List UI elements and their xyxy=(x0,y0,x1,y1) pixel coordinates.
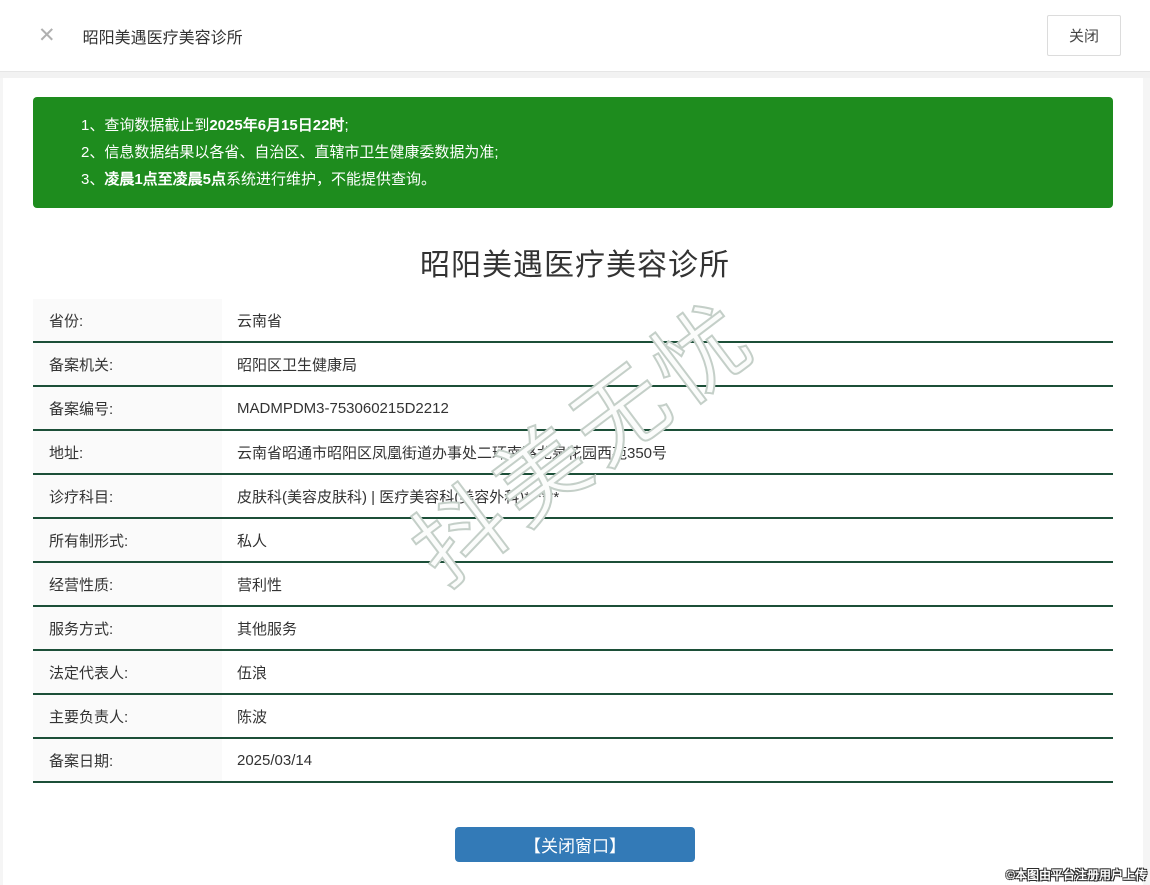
field-label: 地址: xyxy=(33,431,222,473)
field-label: 省份: xyxy=(33,299,222,341)
notice-bold: 凌晨1点至凌晨5点 xyxy=(104,171,226,188)
page-title: 昭阳美遇医疗美容诊所 xyxy=(0,240,1150,284)
header-divider xyxy=(0,71,1150,78)
notice-line-3: 3、凌晨1点至凌晨5点系统进行维护，不能提供查询。 xyxy=(81,166,1093,193)
table-row-medical-subjects: 诊疗科目: 皮肤科(美容皮肤科) | 医疗美容科(美容外科)****** xyxy=(33,475,1113,519)
notice-text: 1、查询数据截止到 xyxy=(81,117,209,134)
field-value: 其他服务 xyxy=(222,607,1113,649)
close-window-button[interactable]: 【关闭窗口】 xyxy=(455,827,695,862)
field-value: 昭阳区卫生健康局 xyxy=(222,343,1113,385)
table-row-address: 地址: 云南省昭通市昭阳区凤凰街道办事处二环南路龙泉花园西苑350号 xyxy=(33,431,1113,475)
table-row-province: 省份: 云南省 xyxy=(33,299,1113,343)
notice-box: 1、查询数据截止到2025年6月15日22时; 2、信息数据结果以各省、自治区、… xyxy=(33,97,1113,208)
field-value: 皮肤科(美容皮肤科) | 医疗美容科(美容外科)****** xyxy=(222,475,1113,517)
field-label: 所有制形式: xyxy=(33,519,222,561)
table-row-ownership: 所有制形式: 私人 xyxy=(33,519,1113,563)
field-value: 云南省 xyxy=(222,299,1113,341)
notice-text: 3、 xyxy=(81,171,104,188)
table-row-legal-representative: 法定代表人: 伍浪 xyxy=(33,651,1113,695)
table-row-filing-date: 备案日期: 2025/03/14 xyxy=(33,739,1113,783)
window-header: ✕ 昭阳美遇医疗美容诊所 关闭 xyxy=(0,0,1150,71)
field-label: 经营性质: xyxy=(33,563,222,605)
field-label: 服务方式: xyxy=(33,607,222,649)
field-value: 伍浪 xyxy=(222,651,1113,693)
field-value: 云南省昭通市昭阳区凤凰街道办事处二环南路龙泉花园西苑350号 xyxy=(222,431,1113,473)
notice-line-1: 1、查询数据截止到2025年6月15日22时; xyxy=(81,112,1093,139)
table-row-service-mode: 服务方式: 其他服务 xyxy=(33,607,1113,651)
table-row-main-person-in-charge: 主要负责人: 陈波 xyxy=(33,695,1113,739)
close-button[interactable]: 关闭 xyxy=(1047,15,1121,56)
table-row-filing-authority: 备案机关: 昭阳区卫生健康局 xyxy=(33,343,1113,387)
field-value: MADMPDM3-753060215D2212 xyxy=(222,387,1113,429)
field-label: 诊疗科目: xyxy=(33,475,222,517)
notice-text: ; xyxy=(344,117,348,134)
field-value: 2025/03/14 xyxy=(222,739,1113,781)
notice-text: 2、信息数据结果以各省、自治区、直辖市卫生健康委数据为准; xyxy=(81,144,499,161)
window-title: 昭阳美遇医疗美容诊所 xyxy=(83,24,243,48)
notice-line-2: 2、信息数据结果以各省、自治区、直辖市卫生健康委数据为准; xyxy=(81,139,1093,166)
table-row-business-nature: 经营性质: 营利性 xyxy=(33,563,1113,607)
field-label: 备案编号: xyxy=(33,387,222,429)
info-table: 省份: 云南省 备案机关: 昭阳区卫生健康局 备案编号: MADMPDM3-75… xyxy=(33,299,1113,783)
field-value: 私人 xyxy=(222,519,1113,561)
close-x-icon[interactable]: ✕ xyxy=(38,25,56,46)
table-row-filing-number: 备案编号: MADMPDM3-753060215D2212 xyxy=(33,387,1113,431)
field-label: 法定代表人: xyxy=(33,651,222,693)
field-label: 主要负责人: xyxy=(33,695,222,737)
upload-stamp: ©本图由平台注册用户上传 xyxy=(1006,866,1147,883)
notice-text: 系统进行维护，不能提供查询。 xyxy=(226,171,436,188)
field-value: 营利性 xyxy=(222,563,1113,605)
right-edge-strip xyxy=(1143,78,1150,885)
field-label: 备案机关: xyxy=(33,343,222,385)
notice-bold: 2025年6月15日22时 xyxy=(209,117,344,134)
left-edge-strip xyxy=(0,78,3,885)
field-value: 陈波 xyxy=(222,695,1113,737)
field-label: 备案日期: xyxy=(33,739,222,781)
